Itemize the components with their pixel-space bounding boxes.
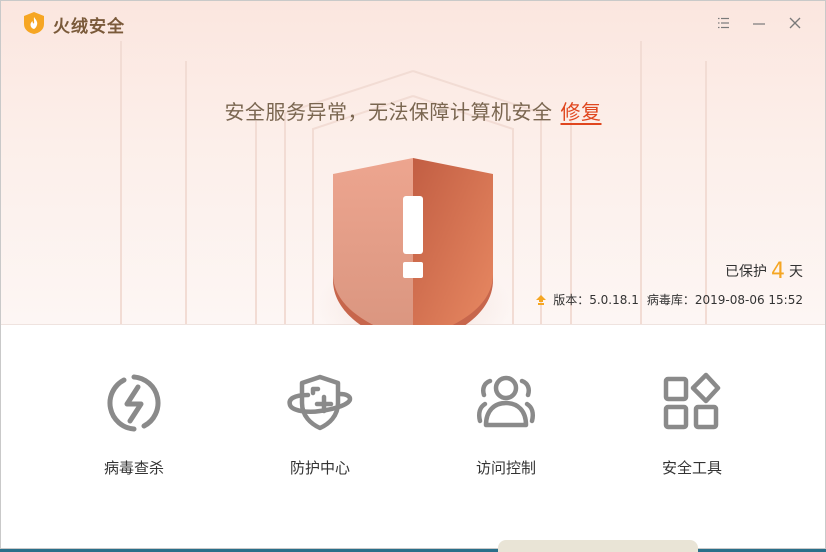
security-status: 安全服务异常，无法保障计算机安全 修复 xyxy=(1,96,825,125)
feature-virus-scan[interactable]: 病毒查杀 xyxy=(64,371,204,501)
users-icon xyxy=(476,375,536,428)
protection-suffix: 天 xyxy=(789,264,803,280)
update-arrow-icon[interactable] xyxy=(535,294,547,306)
close-button[interactable] xyxy=(783,11,807,35)
protection-days-count: 4 xyxy=(771,259,785,284)
shield-plus-icon xyxy=(287,374,353,431)
version-label: 版本： xyxy=(553,293,590,307)
feature-label: 防护中心 xyxy=(289,459,350,477)
flame-logo-icon xyxy=(24,12,44,34)
feature-label: 病毒查杀 xyxy=(103,459,164,477)
virus-db-value: 2019-08-06 15:52 xyxy=(694,293,803,307)
title-bar: 火绒安全 xyxy=(1,1,825,45)
feature-protection-center[interactable]: 防护中心 xyxy=(250,371,390,501)
protection-prefix: 已保护 xyxy=(725,264,767,280)
feature-access-control[interactable]: 访问控制 xyxy=(436,371,576,501)
protection-days: 已保护 4 天 xyxy=(725,259,803,284)
hero-panel: 火绒安全 安全服务异常，无法保障计算机安全 修复 已保护 4 天 版本：5.0.… xyxy=(1,1,825,361)
feature-label: 安全工具 xyxy=(661,459,722,477)
virus-db-label: 病毒库： xyxy=(646,293,695,307)
repair-link[interactable]: 修复 xyxy=(561,100,602,124)
grid-tools-icon xyxy=(663,372,721,430)
version-value: 5.0.18.1 xyxy=(589,293,639,307)
version-info: 版本：5.0.18.1 病毒库：2019-08-06 15:52 xyxy=(535,291,803,308)
feature-panel: 病毒查杀 防护中心 访问控制 安全工具 xyxy=(1,325,825,548)
close-icon xyxy=(789,17,801,29)
minimize-icon xyxy=(753,23,765,25)
status-message: 安全服务异常，无法保障计算机安全 xyxy=(224,100,553,124)
app-title: 火绒安全 xyxy=(53,17,125,37)
menu-icon xyxy=(718,17,729,29)
feature-label: 访问控制 xyxy=(475,459,536,477)
minimize-button[interactable] xyxy=(747,11,771,35)
lightning-circle-icon xyxy=(107,374,161,432)
desktop-background-peek xyxy=(498,540,698,552)
menu-button[interactable] xyxy=(711,11,735,35)
feature-security-tools[interactable]: 安全工具 xyxy=(622,371,762,501)
app-window: 火绒安全 安全服务异常，无法保障计算机安全 修复 已保护 4 天 版本：5.0.… xyxy=(0,0,826,549)
warning-shield-icon xyxy=(333,158,493,348)
